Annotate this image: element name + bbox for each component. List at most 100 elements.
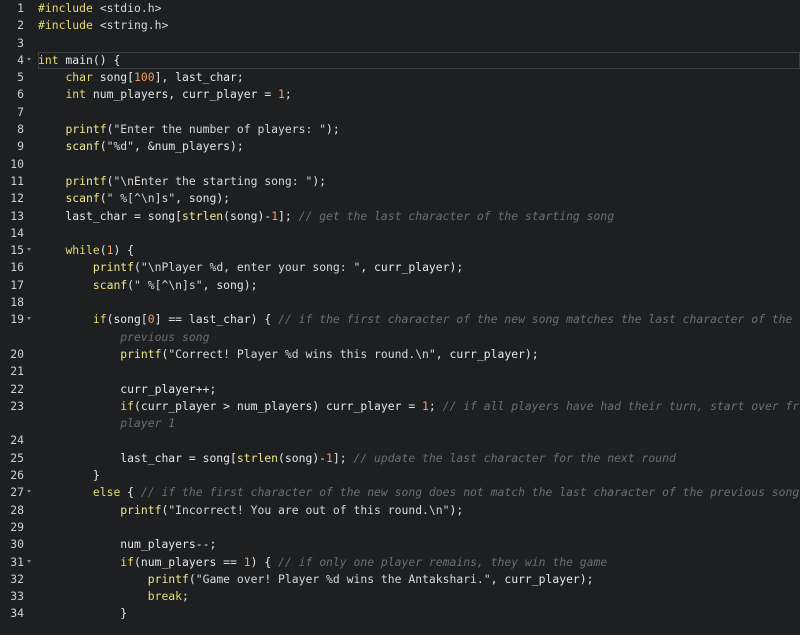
code-token: (song)- xyxy=(223,208,272,223)
line-number: 11 xyxy=(10,173,24,188)
code-token: ( xyxy=(127,277,135,292)
code-area[interactable]: 1 #include <stdio.h> 2 #include <string.h> 3… xyxy=(0,0,800,623)
line-number: 12 xyxy=(10,191,24,206)
code-line[interactable]: 33 break; xyxy=(0,588,800,605)
fold-toggle-icon[interactable] xyxy=(27,317,31,321)
code-line[interactable]: 3 xyxy=(0,35,800,52)
code-token: "Game over! Player %d wins the Antakshar… xyxy=(195,571,491,586)
line-number: 9 xyxy=(17,139,24,154)
code-line[interactable]: 25 last_char = song[strlen(song)-1]; // … xyxy=(0,450,800,467)
code-token: while xyxy=(65,243,100,258)
code-line[interactable]: 6 int num_players, curr_player = 1; xyxy=(0,86,800,103)
code-line[interactable]: 14 xyxy=(0,225,800,242)
code-line[interactable]: 31 if(num_players == 1) { // if only one… xyxy=(0,554,800,571)
code-line[interactable]: 4 int main() { xyxy=(0,51,800,70)
code-line[interactable]: 22 curr_player++; xyxy=(0,381,800,398)
wrapped-line-continuation: player 1 xyxy=(38,415,800,432)
code-token: if xyxy=(92,312,107,327)
code-line[interactable]: 29 xyxy=(0,519,800,536)
code-token: strlen xyxy=(182,208,224,223)
code-line[interactable]: 34 } xyxy=(0,605,800,622)
code-line[interactable]: 32 printf("Game over! Player %d wins the… xyxy=(0,571,800,588)
fold-toggle-icon[interactable] xyxy=(27,559,31,563)
code-line[interactable]: 9 scanf("%d", &num_players); xyxy=(0,138,800,155)
line-number: 33 xyxy=(10,589,24,604)
code-token: player 1 xyxy=(38,416,176,431)
code-text: last_char = song[strlen(song)-1]; // upd… xyxy=(38,450,800,467)
code-token: ; xyxy=(182,589,189,604)
code-line[interactable]: 21 xyxy=(0,363,800,380)
code-token: 0 xyxy=(147,312,155,327)
code-line[interactable]: 8 printf("Enter the number of players: "… xyxy=(0,121,800,138)
line-number: 1 xyxy=(17,1,24,15)
code-text: printf("Enter the number of players: "); xyxy=(38,121,800,138)
code-token: ]; xyxy=(278,208,299,223)
line-number: 13 xyxy=(10,208,24,223)
code-line[interactable]: 11 printf("\nEnter the starting song: ")… xyxy=(0,173,800,190)
fold-toggle-icon[interactable] xyxy=(27,57,31,61)
code-token: scanf xyxy=(65,139,100,154)
code-token: ], last_char; xyxy=(154,70,244,85)
code-line[interactable]: 16 printf("\nPlayer %d, enter your song:… xyxy=(0,259,800,276)
code-token: , song); xyxy=(202,277,258,292)
code-line[interactable]: 1 #include <stdio.h> xyxy=(0,0,800,17)
line-number: 24 xyxy=(10,433,24,448)
code-text: printf("\nEnter the starting song: "); xyxy=(38,173,800,190)
code-text: else { // if the first character of the … xyxy=(38,484,800,501)
code-line[interactable]: 7 xyxy=(0,104,800,121)
code-line[interactable]: 27 else { // if the first character of t… xyxy=(0,484,800,501)
line-number: 21 xyxy=(10,364,24,379)
code-token: "%d" xyxy=(106,139,135,154)
code-line[interactable]: 12 scanf(" %[^\n]s", song); xyxy=(0,190,800,207)
code-token: ); xyxy=(312,173,327,188)
code-line[interactable]: 24 xyxy=(0,432,800,449)
fold-toggle-icon[interactable] xyxy=(27,248,31,252)
code-token: "Enter the number of players: " xyxy=(113,122,327,137)
code-line[interactable]: 23 if(curr_player > num_players) curr_pl… xyxy=(0,398,800,433)
fold-toggle-icon[interactable] xyxy=(27,490,31,494)
code-line[interactable]: 20 printf("Correct! Player %d wins this … xyxy=(0,346,800,363)
code-token: ( xyxy=(99,139,107,154)
code-token: printf xyxy=(147,571,189,586)
code-line[interactable]: 26 } xyxy=(0,467,800,484)
code-line[interactable]: 17 scanf(" %[^\n]s", song); xyxy=(0,277,800,294)
line-number: 25 xyxy=(10,450,24,465)
code-text: while(1) { xyxy=(38,242,800,259)
code-token: // if the first character of the new son… xyxy=(278,312,793,327)
code-token: printf xyxy=(120,502,162,517)
line-number: 3 xyxy=(17,35,24,50)
line-number: 14 xyxy=(10,225,24,240)
line-number: 7 xyxy=(17,104,24,119)
code-text: #include <stdio.h> xyxy=(38,0,800,17)
code-text: if(num_players == 1) { // if only one pl… xyxy=(38,554,800,571)
code-token: last_char = song[ xyxy=(38,208,183,223)
code-line[interactable]: 19 if(song[0] == last_char) { // if the … xyxy=(0,311,800,346)
code-line[interactable]: 13 last_char = song[strlen(song)-1]; // … xyxy=(0,208,800,225)
code-editor[interactable]: 1 #include <stdio.h> 2 #include <string.h> 3… xyxy=(0,0,800,635)
code-line[interactable]: 5 char song[100], last_char; xyxy=(0,69,800,86)
code-line[interactable]: 15 while(1) { xyxy=(0,242,800,259)
line-number: 6 xyxy=(17,87,24,102)
code-token: 1 xyxy=(278,87,285,102)
code-token: // update the last character for the nex… xyxy=(353,450,676,465)
code-line[interactable]: 28 printf("Incorrect! You are out of thi… xyxy=(0,502,800,519)
code-line[interactable]: 18 xyxy=(0,294,800,311)
code-line[interactable]: 10 xyxy=(0,156,800,173)
code-token: char xyxy=(65,70,93,85)
code-text: scanf(" %[^\n]s", song); xyxy=(38,190,800,207)
code-token: num_players--; xyxy=(38,537,217,552)
code-line[interactable]: 30 num_players--; xyxy=(0,536,800,553)
code-line[interactable]: 2 #include <string.h> xyxy=(0,17,800,34)
